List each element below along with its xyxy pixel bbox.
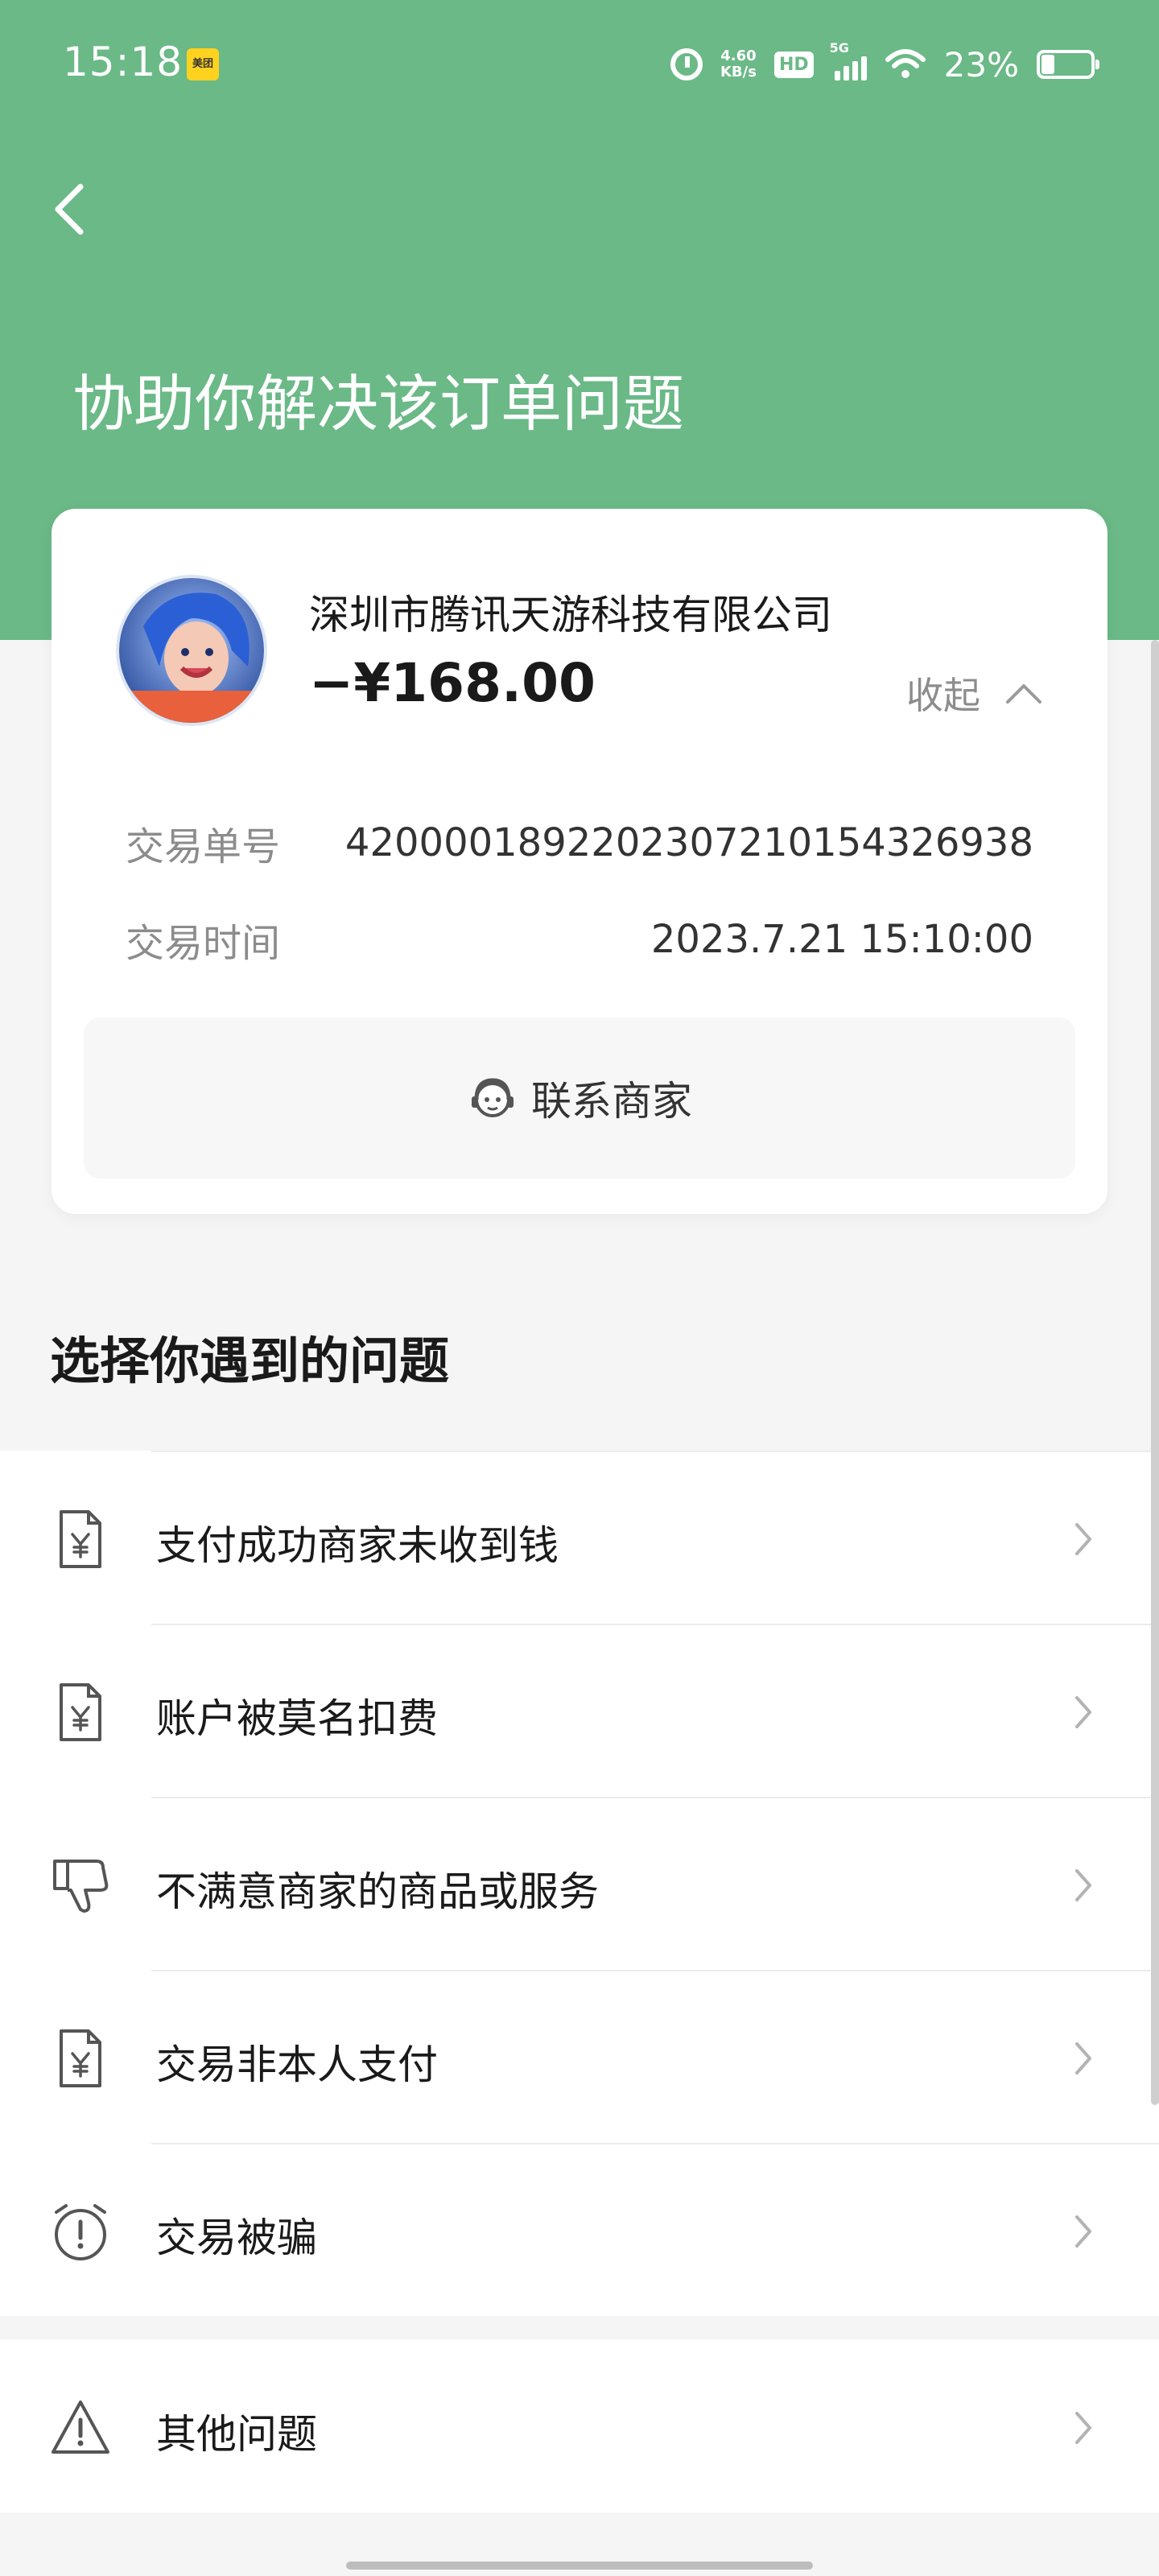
contact-merchant-label: 联系商家 <box>531 1078 692 1125</box>
merchant-avatar <box>116 575 267 726</box>
home-indicator[interactable] <box>346 2562 813 2570</box>
chevron-right-icon <box>1075 1523 1091 1555</box>
item-label: 交易非本人支付 <box>156 2041 438 2088</box>
detail-label: 交易时间 <box>126 921 281 966</box>
divider <box>151 1624 1159 1625</box>
chevron-right-icon <box>1075 2412 1091 2444</box>
yuan-document-icon <box>60 2029 101 2087</box>
divider <box>151 1970 1159 1971</box>
meituan-app-icon: 美团 <box>187 48 219 80</box>
item-label: 其他问题 <box>156 2411 317 2458</box>
order-card: 深圳市腾讯天游科技有限公司 −¥168.00 收起 交易单号 420000189… <box>52 509 1107 1214</box>
item-label: 支付成功商家未收到钱 <box>156 1522 559 1569</box>
divider <box>151 1797 1159 1798</box>
thumbs-down-icon <box>53 1860 109 1913</box>
detail-row-transaction-id: 交易单号 4200001892202307210154326938 <box>126 815 1033 871</box>
list-item[interactable]: 交易非本人支付 <box>0 1970 1159 2143</box>
list-item[interactable]: 账户被莫名扣费 <box>0 1624 1159 1797</box>
order-amount: −¥168.00 <box>309 652 596 714</box>
divider <box>151 2143 1159 2145</box>
battery-icon <box>1037 50 1099 79</box>
transaction-id: 4200001892202307210154326938 <box>344 820 1033 865</box>
page-title: 协助你解决该订单问题 <box>72 368 684 440</box>
divider <box>151 1451 1159 1452</box>
network-speed: 4.60 KB/s <box>720 48 757 80</box>
wifi-icon <box>885 49 926 78</box>
other-problem-section: 其他问题 <box>0 2339 1159 2512</box>
status-time: 15:18 <box>63 39 184 85</box>
merchant-name: 深圳市腾讯天游科技有限公司 <box>309 592 832 638</box>
scrollbar[interactable] <box>1151 640 1159 2105</box>
alarm-icon <box>670 48 703 80</box>
status-bar: 15:18 美团 4.60 KB/s HD 5G 23% <box>0 0 1159 129</box>
chevron-up-icon <box>1006 684 1041 704</box>
contact-merchant-button[interactable]: 联系商家 <box>84 1018 1075 1179</box>
back-arrow-icon[interactable] <box>45 177 93 242</box>
section-title: 选择你遇到的问题 <box>50 1331 450 1390</box>
yuan-document-icon <box>60 1510 101 1568</box>
network-type: 5G <box>829 40 849 56</box>
list-item[interactable]: 交易被骗 <box>0 2143 1159 2316</box>
chevron-right-icon <box>1075 1696 1091 1728</box>
item-label: 不满意商家的商品或服务 <box>156 1868 599 1915</box>
collapse-label: 收起 <box>906 674 980 717</box>
list-item-other[interactable]: 其他问题 <box>0 2339 1159 2512</box>
alert-clock-icon <box>55 2204 106 2260</box>
network-speed-value: 4.60 <box>720 47 757 64</box>
detail-label: 交易单号 <box>126 824 281 869</box>
detail-row-transaction-time: 交易时间 2023.7.21 15:10:00 <box>126 911 1033 968</box>
customer-service-icon <box>472 1078 514 1117</box>
battery-percent: 23% <box>943 44 1019 85</box>
chevron-right-icon <box>1075 2215 1091 2248</box>
list-item[interactable]: 支付成功商家未收到钱 <box>0 1451 1159 1624</box>
signal-icon: 5G <box>830 40 867 80</box>
network-speed-unit: KB/s <box>720 64 757 80</box>
problem-list: 支付成功商家未收到钱 账户被莫名扣费 不满意商家的商品或服务 交易非本人支付 交… <box>0 1451 1159 2316</box>
chevron-right-icon <box>1075 2042 1091 2074</box>
status-indicators: 4.60 KB/s HD 5G 23% <box>670 40 1099 87</box>
collapse-toggle[interactable]: 收起 <box>906 667 1043 720</box>
chevron-right-icon <box>1075 1869 1091 1901</box>
item-label: 账户被莫名扣费 <box>156 1695 438 1742</box>
transaction-time: 2023.7.21 15:10:00 <box>650 917 1033 962</box>
yuan-document-icon <box>60 1683 101 1741</box>
list-item[interactable]: 不满意商家的商品或服务 <box>0 1797 1159 1970</box>
item-label: 交易被骗 <box>156 2215 317 2261</box>
hd-icon: HD <box>773 51 814 78</box>
warning-triangle-icon <box>52 2401 109 2454</box>
